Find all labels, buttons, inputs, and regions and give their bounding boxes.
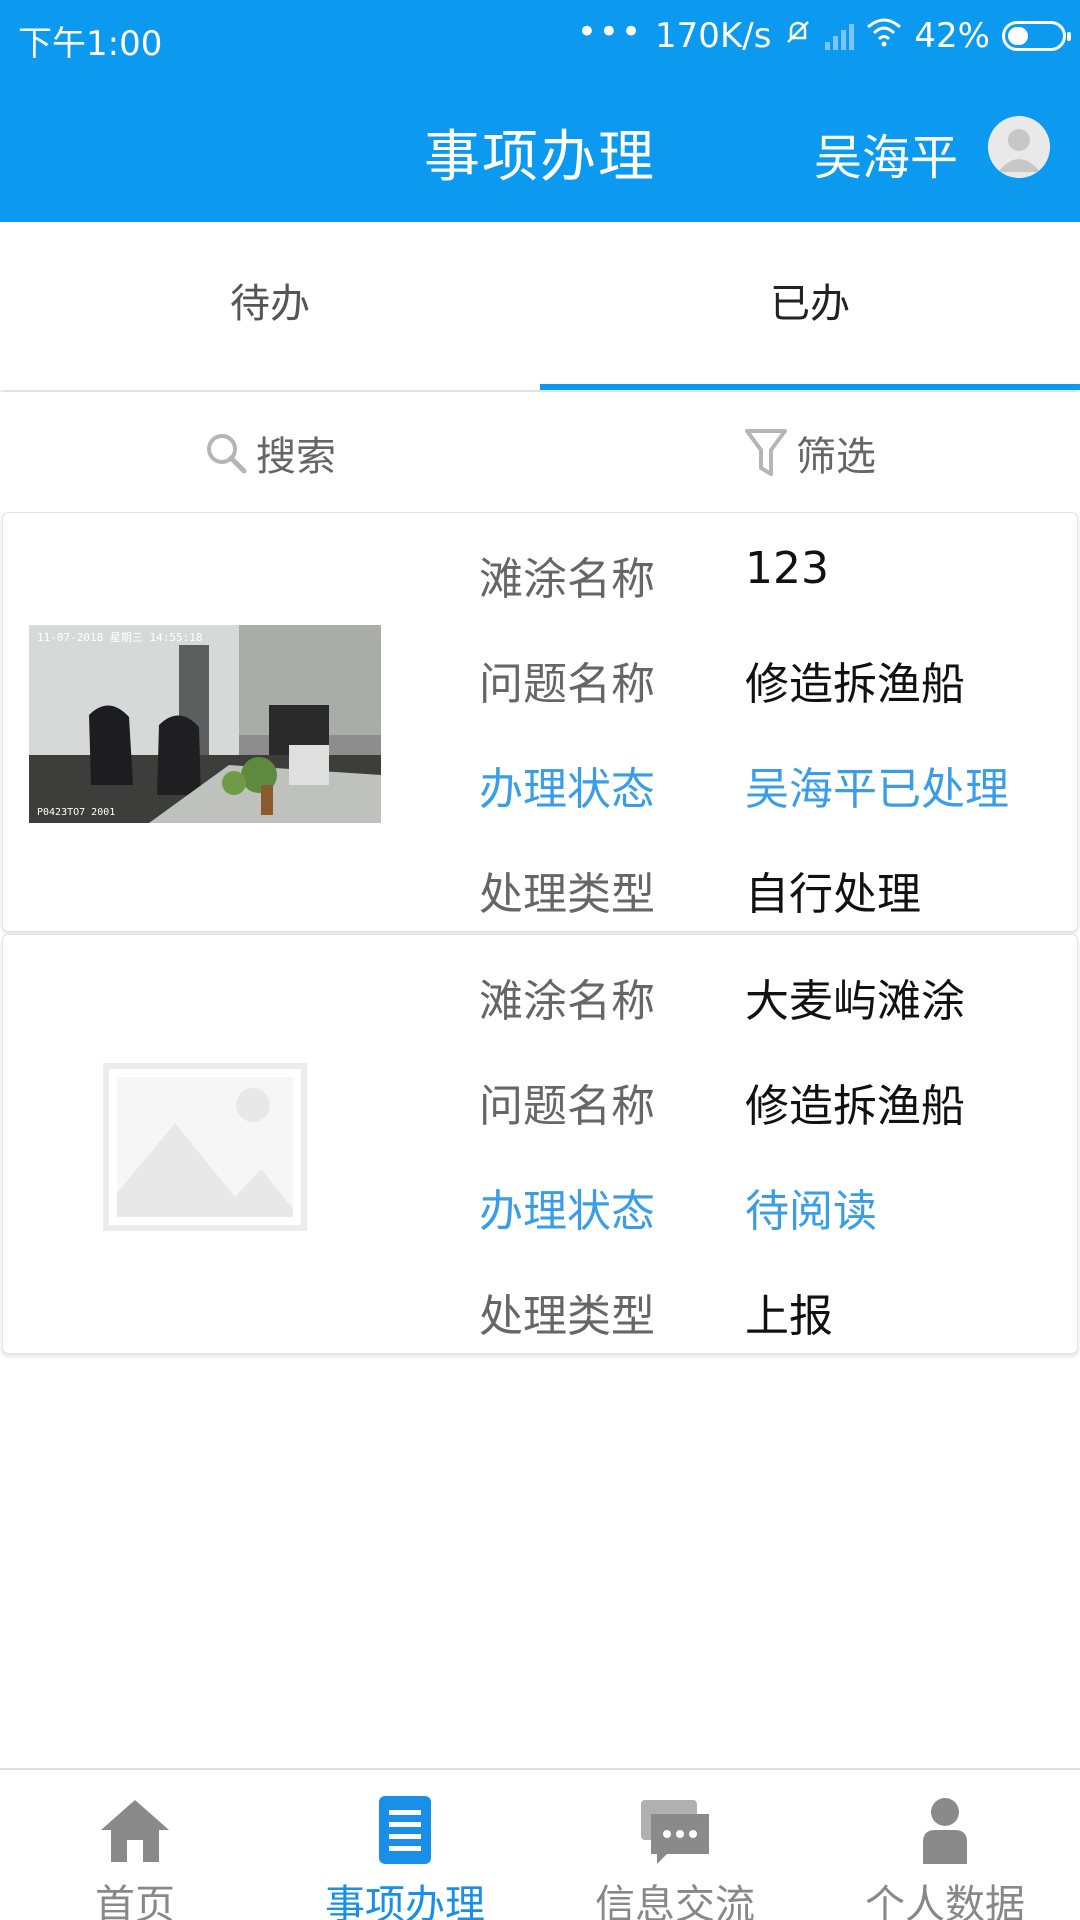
battery-percent: 42% — [914, 16, 990, 56]
search-button[interactable]: 搜索 — [204, 424, 336, 482]
filter-icon — [745, 429, 787, 476]
battery-icon — [1002, 21, 1071, 51]
field-label: 滩涂名称 — [479, 554, 655, 605]
chat-icon — [641, 1800, 709, 1864]
app-header: 下午1:00 ••• 170K/s 42% 事项办理 吴海平 — [0, 0, 1080, 222]
search-label: 搜索 — [256, 434, 336, 480]
tab-pending[interactable]: 待办 — [0, 222, 540, 390]
more-dots-icon: ••• — [576, 12, 644, 52]
nav-messages[interactable]: 信息交流 — [540, 1770, 810, 1920]
field-value: 123 — [745, 543, 829, 594]
field-label: 处理类型 — [479, 1291, 655, 1342]
home-icon — [101, 1800, 169, 1862]
field-value: 吴海平已处理 — [745, 764, 1009, 815]
field-label: 问题名称 — [479, 1081, 655, 1132]
tab-bar: 待办 已办 — [0, 222, 1080, 390]
nav-matters[interactable]: 事项办理 — [270, 1770, 540, 1920]
record-photo: 11-07-2018 星期三 14:55:18 P0423TO7 2001 — [29, 625, 381, 823]
signal-icon — [825, 22, 855, 50]
person-icon — [923, 1798, 967, 1864]
field-label: 处理类型 — [479, 869, 655, 920]
nav-label: 事项办理 — [325, 1882, 485, 1920]
nav-label: 首页 — [95, 1882, 175, 1920]
bottom-nav: 首页 事项办理 信息交流 个人数据 — [0, 1768, 1080, 1920]
wifi-icon — [866, 16, 902, 56]
avatar[interactable] — [988, 116, 1050, 178]
search-filter-bar: 搜索 筛选 — [0, 392, 1080, 510]
field-value: 自行处理 — [745, 869, 921, 920]
nav-label: 信息交流 — [595, 1882, 755, 1920]
tab-done[interactable]: 已办 — [540, 222, 1080, 390]
status-icons: ••• 170K/s 42% — [577, 12, 1071, 56]
nav-home[interactable]: 首页 — [0, 1770, 270, 1920]
record-card[interactable]: 11-07-2018 星期三 14:55:18 P0423TO7 2001 滩涂… — [2, 512, 1078, 932]
field-value: 大麦屿滩涂 — [745, 976, 965, 1027]
nav-label: 个人数据 — [865, 1882, 1025, 1920]
status-time: 下午1:00 — [18, 24, 163, 64]
field-label: 办理状态 — [479, 1186, 655, 1237]
field-value: 修造拆渔船 — [745, 659, 965, 710]
filter-button[interactable]: 筛选 — [744, 424, 876, 482]
photo-caption: P0423TO7 2001 — [37, 807, 115, 818]
image-placeholder-icon — [103, 1063, 307, 1231]
user-avatar-icon — [988, 116, 1050, 178]
field-label: 办理状态 — [479, 764, 655, 815]
status-bar: 下午1:00 ••• 170K/s 42% — [0, 0, 1080, 80]
record-card[interactable]: 滩涂名称 大麦屿滩涂 问题名称 修造拆渔船 办理状态 待阅读 处理类型 上报 — [2, 934, 1078, 1354]
field-value: 待阅读 — [745, 1186, 877, 1237]
search-icon — [207, 434, 247, 474]
user-name[interactable]: 吴海平 — [814, 118, 958, 188]
silent-bell-icon — [783, 16, 813, 56]
field-value: 修造拆渔船 — [745, 1081, 965, 1132]
nav-personal[interactable]: 个人数据 — [810, 1770, 1080, 1920]
field-label: 滩涂名称 — [479, 976, 655, 1027]
active-tab-indicator — [540, 384, 1080, 390]
document-list-icon — [379, 1796, 431, 1864]
field-label: 问题名称 — [479, 659, 655, 710]
network-speed: 170K/s — [655, 16, 772, 56]
filter-label: 筛选 — [796, 434, 876, 480]
field-value: 上报 — [745, 1291, 833, 1342]
photo-timestamp: 11-07-2018 星期三 14:55:18 — [37, 631, 202, 644]
